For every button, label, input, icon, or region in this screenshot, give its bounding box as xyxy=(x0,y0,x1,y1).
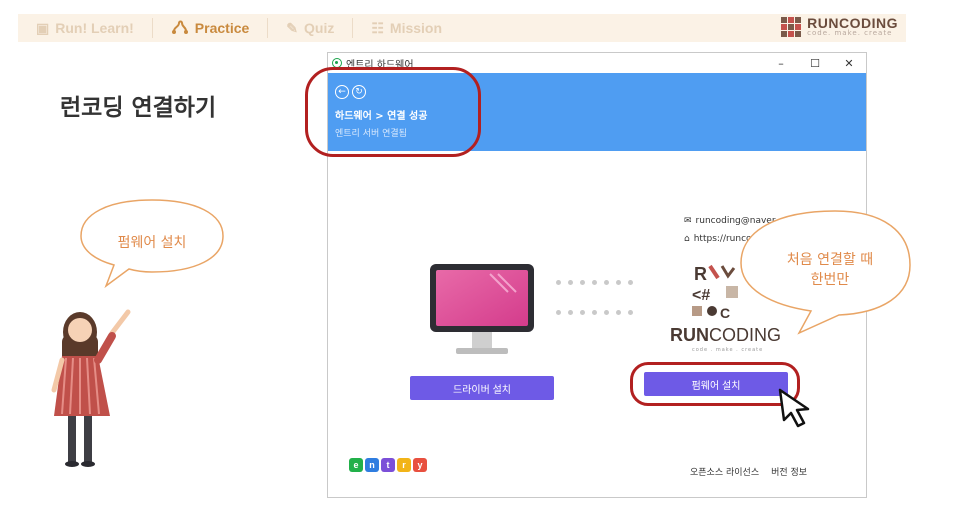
entry-logo: e n t r y xyxy=(349,458,427,472)
runcoding-tagline: code . make . create xyxy=(692,347,764,353)
edit-icon: ✎ xyxy=(286,19,299,36)
nav-label: Run! Learn! xyxy=(55,20,134,36)
girl-illustration xyxy=(51,309,131,467)
driver-install-button[interactable]: 드라이버 설치 xyxy=(410,376,554,400)
mail-icon: ✉ xyxy=(684,216,692,226)
runcoding-label-bold: RUN xyxy=(670,325,709,345)
nav-label: Practice xyxy=(194,20,250,36)
nav-label: Mission xyxy=(389,20,443,36)
maximize-button[interactable]: ☐ xyxy=(798,53,832,73)
brand-tagline: code. make. create xyxy=(807,29,893,37)
version-info-link[interactable]: 버전 정보 xyxy=(771,465,807,478)
nav-item-mission[interactable]: ☷ Mission xyxy=(353,14,460,42)
bubble-right-line-1: 처음 연결할 때 xyxy=(786,252,874,268)
home-icon: ⌂ xyxy=(684,234,690,244)
entry-letter-e: e xyxy=(349,458,363,472)
brand-name: RUNCODING xyxy=(807,15,898,31)
connection-dots-top xyxy=(556,280,633,285)
close-button[interactable]: ✕ xyxy=(832,53,866,73)
nav-label: Quiz xyxy=(304,20,335,36)
page-title: 런코딩 연결하기 xyxy=(60,95,217,121)
flag-icon: ☷ xyxy=(371,19,384,36)
svg-text:<#: <# xyxy=(692,287,710,304)
brand-logo[interactable]: RUNCODING code. make. create xyxy=(781,16,898,37)
runcoding-logo-icon xyxy=(781,16,802,37)
nav-item-quiz[interactable]: ✎ Quiz xyxy=(268,14,352,42)
window-footer: 오픈소스 라이선스 버전 정보 xyxy=(690,465,807,478)
entry-letter-n: n xyxy=(365,458,379,472)
mouse-cursor-icon xyxy=(778,388,810,428)
puzzle-icon xyxy=(171,18,189,39)
computer-monitor-icon xyxy=(430,264,534,354)
top-nav: ▣ Run! Learn! Practice ✎ Quiz ☷ Mission … xyxy=(18,14,906,42)
connection-dots-bottom xyxy=(556,310,633,315)
entry-letter-y: y xyxy=(413,458,427,472)
bubble-right-line-2: 한번만 xyxy=(810,272,850,288)
svg-text:R: R xyxy=(694,264,707,284)
annotation-oval-header xyxy=(305,67,481,157)
nav-item-run-learn[interactable]: ▣ Run! Learn! xyxy=(18,14,152,42)
bubble-left-text: 펌웨어 설치 xyxy=(117,235,187,251)
minimize-button[interactable]: – xyxy=(764,53,798,73)
entry-letter-r: r xyxy=(397,458,411,472)
bubble-right-text: 처음 연결할 때 한번만 xyxy=(760,250,900,290)
svg-text:C: C xyxy=(720,305,730,321)
entry-letter-t: t xyxy=(381,458,395,472)
opensource-license-link[interactable]: 오픈소스 라이선스 xyxy=(690,465,759,478)
book-icon: ▣ xyxy=(36,19,50,36)
annotation-oval-firmware xyxy=(630,362,800,406)
nav-item-practice[interactable]: Practice xyxy=(153,14,267,42)
